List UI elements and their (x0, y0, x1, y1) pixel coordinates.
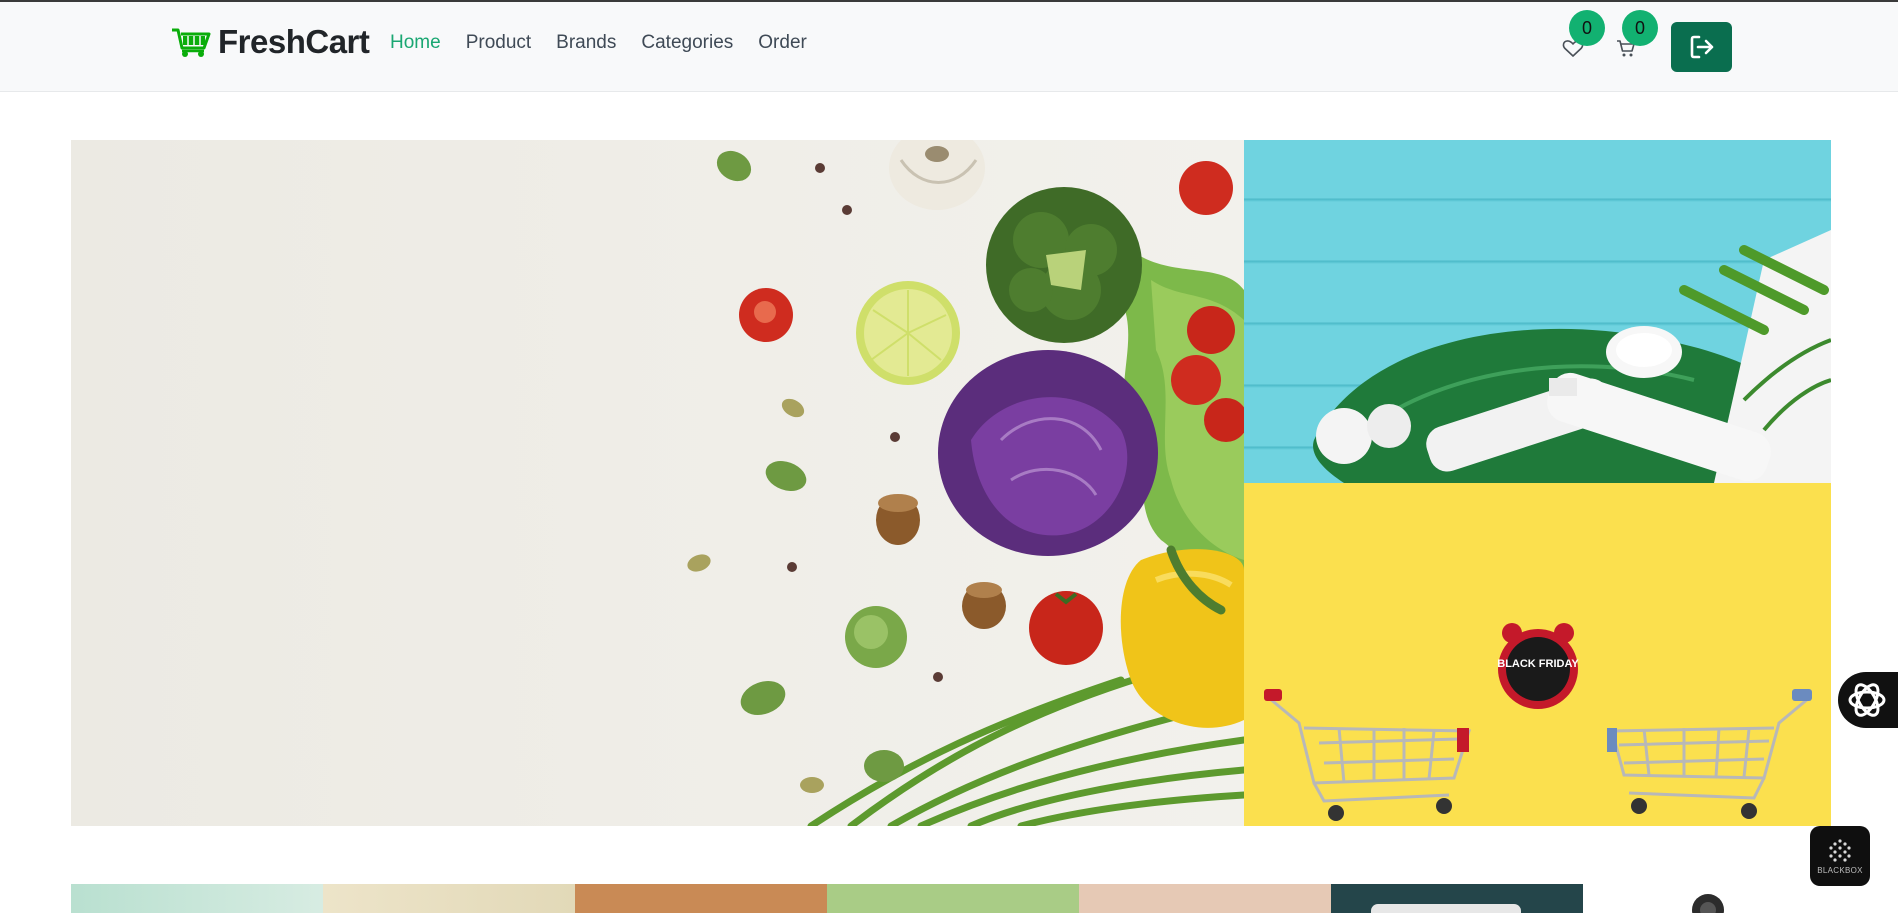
cart-button[interactable]: 0 (1610, 10, 1658, 64)
nav-link-home[interactable]: Home (390, 32, 441, 54)
clock-text: BLACK FRIDAY (1497, 658, 1579, 670)
blackbox-icon (1829, 838, 1851, 862)
nav-link-categories[interactable]: Categories (641, 32, 733, 54)
nav-link-order[interactable]: Order (758, 32, 807, 54)
wishlist-button[interactable]: 0 (1557, 10, 1605, 64)
nav-link-product[interactable]: Product (466, 32, 531, 54)
hero-main-image[interactable] (71, 140, 1244, 826)
blackbox-widget-button[interactable]: BLACKBOX (1810, 826, 1870, 886)
assistant-floating-button[interactable] (1838, 672, 1898, 728)
blackbox-label: BLACKBOX (1817, 865, 1863, 875)
vegetables-photo (687, 140, 1244, 826)
category-tile[interactable] (1331, 884, 1583, 913)
sign-out-icon (1690, 35, 1713, 59)
wishlist-count-badge: 0 (1569, 10, 1605, 46)
black-friday-carts-photo: BLACK FRIDAY (1264, 623, 1812, 821)
main-nav: Home Product Brands Categories Order (390, 32, 807, 54)
logout-button[interactable] (1671, 22, 1732, 72)
category-tile[interactable] (1660, 884, 1730, 913)
category-tile[interactable] (575, 884, 827, 913)
cart-count-badge: 0 (1622, 10, 1658, 46)
brand-logo[interactable]: FreshCart (170, 22, 370, 62)
brand-name: FreshCart (218, 23, 370, 60)
navbar: FreshCart Home Product Brands Categories… (0, 2, 1898, 92)
category-tile[interactable] (71, 884, 323, 913)
cart-logo-icon (172, 28, 211, 57)
nav-link-brands[interactable]: Brands (556, 32, 616, 54)
openai-icon (1848, 683, 1886, 717)
category-tile[interactable] (827, 884, 1079, 913)
camera-photo (1692, 894, 1724, 913)
category-tile[interactable] (323, 884, 575, 913)
category-slider[interactable] (71, 884, 1583, 913)
category-tile[interactable] (1079, 884, 1331, 913)
hero-side-top-image[interactable] (1244, 140, 1831, 483)
hero-side-bottom-image[interactable]: BLACK FRIDAY (1244, 483, 1831, 826)
cosmetics-photo (1313, 230, 1831, 483)
